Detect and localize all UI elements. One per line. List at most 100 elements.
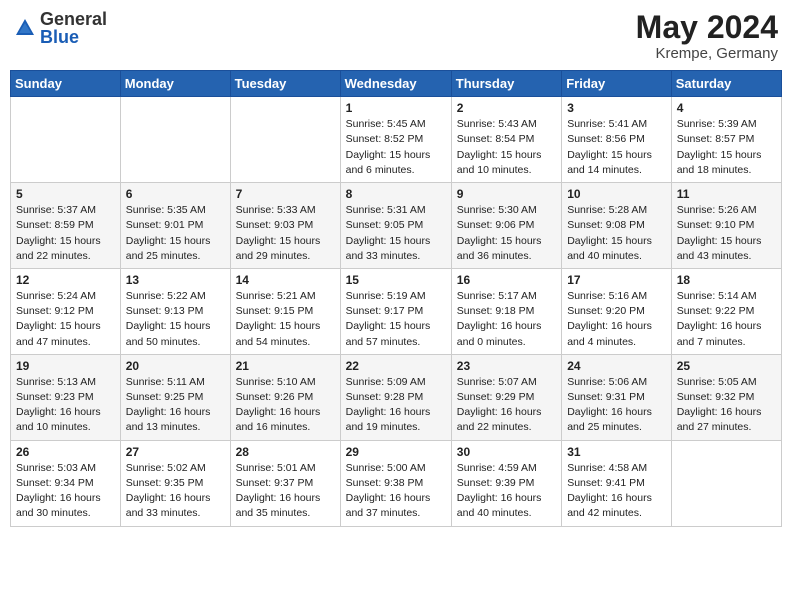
day-info: Sunrise: 5:03 AM Sunset: 9:34 PM Dayligh… [16,461,115,522]
day-info: Sunrise: 4:59 AM Sunset: 9:39 PM Dayligh… [457,461,556,522]
day-info: Sunrise: 5:35 AM Sunset: 9:01 PM Dayligh… [126,203,225,264]
calendar-cell: 26 Sunrise: 5:03 AM Sunset: 9:34 PM Dayli… [11,440,121,526]
calendar-cell: 15 Sunrise: 5:19 AM Sunset: 9:17 PM Dayli… [340,268,451,354]
day-number: 11 [677,187,776,201]
day-number: 14 [236,273,335,287]
day-number: 16 [457,273,556,287]
day-info: Sunrise: 5:19 AM Sunset: 9:17 PM Dayligh… [346,289,446,350]
day-number: 25 [677,359,776,373]
calendar-cell: 9Sunrise: 5:30 AM Sunset: 9:06 PM Daylig… [451,183,561,269]
day-of-week-header: Friday [562,71,672,97]
calendar-cell: 31 Sunrise: 4:58 AM Sunset: 9:41 PM Dayli… [562,440,672,526]
calendar-cell: 23Sunrise: 5:07 AM Sunset: 9:29 PM Dayli… [451,354,561,440]
day-of-week-header: Sunday [11,71,121,97]
calendar-week-row: 1Sunrise: 5:45 AM Sunset: 8:52 PM Daylig… [11,97,782,183]
calendar-cell: 24Sunrise: 5:06 AM Sunset: 9:31 PM Dayli… [562,354,672,440]
day-of-week-header: Saturday [671,71,781,97]
day-info: Sunrise: 5:45 AM Sunset: 8:52 PM Dayligh… [346,117,446,178]
day-number: 24 [567,359,666,373]
day-info: Sunrise: 5:09 AM Sunset: 9:28 PM Dayligh… [346,375,446,436]
day-number: 27 [126,445,225,459]
location-subtitle: Krempe, Germany [636,45,778,62]
calendar-cell [11,97,121,183]
day-number: 2 [457,101,556,115]
day-info: Sunrise: 5:05 AM Sunset: 9:32 PM Dayligh… [677,375,776,436]
day-of-week-header: Monday [120,71,230,97]
day-number: 31 [567,445,666,459]
day-info: Sunrise: 5:28 AM Sunset: 9:08 PM Dayligh… [567,203,666,264]
calendar-table: SundayMondayTuesdayWednesdayThursdayFrid… [10,70,782,526]
calendar-cell: 7 Sunrise: 5:33 AM Sunset: 9:03 PM Daylig… [230,183,340,269]
day-info: Sunrise: 5:11 AM Sunset: 9:25 PM Dayligh… [126,375,225,436]
month-year-title: May 2024 [636,10,778,45]
calendar-cell: 10 Sunrise: 5:28 AM Sunset: 9:08 PM Dayli… [562,183,672,269]
day-number: 12 [16,273,115,287]
day-number: 29 [346,445,446,459]
calendar-cell: 20 Sunrise: 5:11 AM Sunset: 9:25 PM Dayli… [120,354,230,440]
calendar-cell: 11 Sunrise: 5:26 AM Sunset: 9:10 PM Dayli… [671,183,781,269]
logo: General Blue [14,10,107,46]
day-info: Sunrise: 5:39 AM Sunset: 8:57 PM Dayligh… [677,117,776,178]
day-number: 10 [567,187,666,201]
day-number: 28 [236,445,335,459]
day-number: 19 [16,359,115,373]
day-number: 15 [346,273,446,287]
day-info: Sunrise: 4:58 AM Sunset: 9:41 PM Dayligh… [567,461,666,522]
day-info: Sunrise: 5:43 AM Sunset: 8:54 PM Dayligh… [457,117,556,178]
calendar-cell: 22 Sunrise: 5:09 AM Sunset: 9:28 PM Dayli… [340,354,451,440]
day-info: Sunrise: 5:21 AM Sunset: 9:15 PM Dayligh… [236,289,335,350]
calendar-cell: 25 Sunrise: 5:05 AM Sunset: 9:32 PM Dayli… [671,354,781,440]
day-number: 17 [567,273,666,287]
day-info: Sunrise: 5:41 AM Sunset: 8:56 PM Dayligh… [567,117,666,178]
title-block: May 2024 Krempe, Germany [636,10,778,62]
calendar-cell: 17Sunrise: 5:16 AM Sunset: 9:20 PM Dayli… [562,268,672,354]
calendar-cell: 28Sunrise: 5:01 AM Sunset: 9:37 PM Dayli… [230,440,340,526]
day-number: 23 [457,359,556,373]
day-number: 8 [346,187,446,201]
logo-general-text: General [40,9,107,29]
calendar-cell: 12Sunrise: 5:24 AM Sunset: 9:12 PM Dayli… [11,268,121,354]
day-number: 30 [457,445,556,459]
calendar-cell: 3 Sunrise: 5:41 AM Sunset: 8:56 PM Daylig… [562,97,672,183]
day-number: 18 [677,273,776,287]
calendar-cell: 27Sunrise: 5:02 AM Sunset: 9:35 PM Dayli… [120,440,230,526]
day-info: Sunrise: 5:26 AM Sunset: 9:10 PM Dayligh… [677,203,776,264]
calendar-cell: 2 Sunrise: 5:43 AM Sunset: 8:54 PM Daylig… [451,97,561,183]
day-info: Sunrise: 5:22 AM Sunset: 9:13 PM Dayligh… [126,289,225,350]
day-number: 6 [126,187,225,201]
calendar-cell: 5Sunrise: 5:37 AM Sunset: 8:59 PM Daylig… [11,183,121,269]
day-number: 26 [16,445,115,459]
day-info: Sunrise: 5:13 AM Sunset: 9:23 PM Dayligh… [16,375,115,436]
calendar-cell [230,97,340,183]
calendar-cell [120,97,230,183]
calendar-week-row: 5Sunrise: 5:37 AM Sunset: 8:59 PM Daylig… [11,183,782,269]
day-number: 13 [126,273,225,287]
day-of-week-header: Thursday [451,71,561,97]
calendar-week-row: 12Sunrise: 5:24 AM Sunset: 9:12 PM Dayli… [11,268,782,354]
day-of-week-header: Tuesday [230,71,340,97]
calendar-cell: 6 Sunrise: 5:35 AM Sunset: 9:01 PM Daylig… [120,183,230,269]
day-number: 9 [457,187,556,201]
day-number: 4 [677,101,776,115]
logo-blue-text: Blue [40,27,79,47]
day-info: Sunrise: 5:14 AM Sunset: 9:22 PM Dayligh… [677,289,776,350]
calendar-week-row: 26 Sunrise: 5:03 AM Sunset: 9:34 PM Dayli… [11,440,782,526]
calendar-cell: 21Sunrise: 5:10 AM Sunset: 9:26 PM Dayli… [230,354,340,440]
day-info: Sunrise: 5:10 AM Sunset: 9:26 PM Dayligh… [236,375,335,436]
day-of-week-header: Wednesday [340,71,451,97]
logo-icon [14,17,36,39]
day-info: Sunrise: 5:00 AM Sunset: 9:38 PM Dayligh… [346,461,446,522]
day-number: 3 [567,101,666,115]
calendar-cell: 1Sunrise: 5:45 AM Sunset: 8:52 PM Daylig… [340,97,451,183]
day-number: 5 [16,187,115,201]
day-number: 20 [126,359,225,373]
day-number: 7 [236,187,335,201]
day-info: Sunrise: 5:33 AM Sunset: 9:03 PM Dayligh… [236,203,335,264]
calendar-header-row: SundayMondayTuesdayWednesdayThursdayFrid… [11,71,782,97]
day-info: Sunrise: 5:17 AM Sunset: 9:18 PM Dayligh… [457,289,556,350]
calendar-cell: 8 Sunrise: 5:31 AM Sunset: 9:05 PM Daylig… [340,183,451,269]
calendar-cell [671,440,781,526]
day-info: Sunrise: 5:31 AM Sunset: 9:05 PM Dayligh… [346,203,446,264]
day-number: 22 [346,359,446,373]
calendar-cell: 4 Sunrise: 5:39 AM Sunset: 8:57 PM Daylig… [671,97,781,183]
